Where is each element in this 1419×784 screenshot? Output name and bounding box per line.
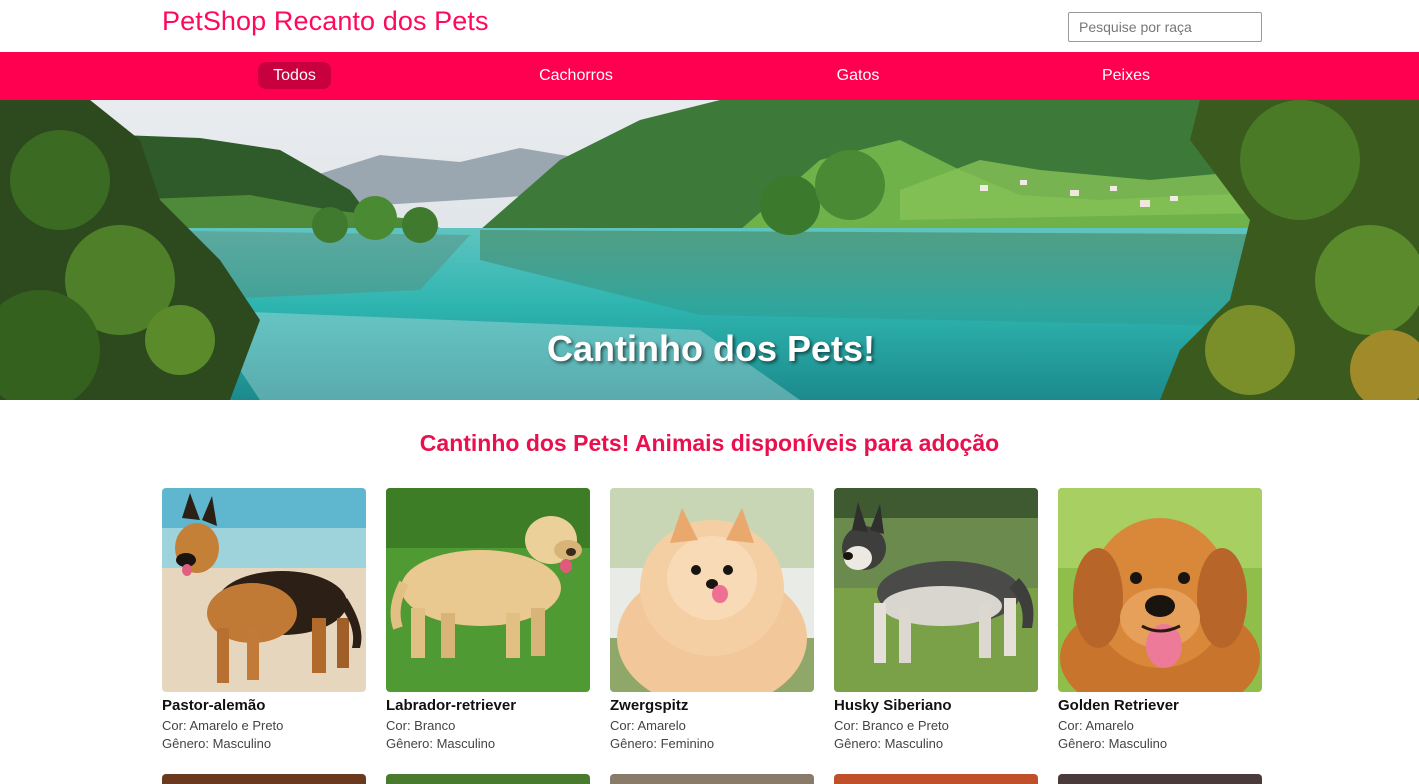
hero-title: Cantinho dos Pets! (546, 328, 875, 369)
pet-photo[interactable] (162, 488, 366, 692)
next-row-card-peek (1058, 774, 1262, 784)
next-row-card-peek (386, 774, 590, 784)
pet-color: Cor: Branco e Preto (834, 718, 949, 733)
pet-gender: Gênero: Feminino (610, 736, 715, 751)
nav-item-peixes[interactable]: Peixes (1088, 62, 1164, 89)
pet-name: Pastor-alemão (162, 697, 266, 714)
next-row-card-peek (834, 774, 1038, 784)
category-nav: Todos Cachorros Gatos Peixes (0, 52, 1419, 100)
hero-banner: Cantinho dos Pets! (0, 100, 1419, 400)
pet-card[interactable]: Golden Retriever Cor: Amarelo Gênero: Ma… (1058, 488, 1262, 751)
pet-gender: Gênero: Masculino (834, 736, 944, 751)
pet-name: Zwergspitz (610, 697, 689, 714)
top-header: PetShop Recanto dos Pets (0, 0, 1419, 52)
breed-search-input[interactable] (1068, 12, 1262, 42)
pet-color: Cor: Amarelo (1058, 718, 1134, 733)
pet-color: Cor: Amarelo e Preto (162, 718, 284, 733)
nav-item-gatos[interactable]: Gatos (822, 62, 894, 89)
german-shepherd-image (162, 488, 366, 692)
pet-name: Labrador-retriever (386, 697, 517, 714)
pet-gender: Gênero: Masculino (162, 736, 272, 751)
pet-card[interactable]: Labrador-retriever Cor: Branco Gênero: M… (386, 488, 590, 751)
pet-gender: Gênero: Masculino (386, 736, 496, 751)
pet-card[interactable]: Pastor-alemão Cor: Amarelo e Preto Gêner… (162, 488, 366, 751)
pomeranian-image (610, 488, 814, 692)
brand-title[interactable]: PetShop Recanto dos Pets (162, 6, 489, 37)
pet-card[interactable]: Zwergspitz Cor: Amarelo Gênero: Feminino (610, 488, 814, 751)
pet-photo[interactable] (834, 488, 1038, 692)
labrador-image (386, 488, 590, 692)
pet-color: Cor: Branco (386, 718, 456, 733)
pet-card[interactable]: Husky Siberiano Cor: Branco e Preto Gêne… (834, 488, 1038, 751)
nav-item-todos[interactable]: Todos (258, 62, 331, 89)
pet-photo[interactable] (610, 488, 814, 692)
pet-gender: Gênero: Masculino (1058, 736, 1168, 751)
golden-retriever-image (1058, 488, 1262, 692)
husky-image (834, 488, 1038, 692)
section-title: Cantinho dos Pets! Animais disponíveis p… (419, 430, 1000, 456)
next-row-card-peek (610, 774, 814, 784)
pet-name: Golden Retriever (1058, 697, 1179, 714)
pet-photo[interactable] (1058, 488, 1262, 692)
pet-color: Cor: Amarelo (610, 718, 686, 733)
pet-name: Husky Siberiano (834, 697, 952, 714)
next-row-card-peek (162, 774, 366, 784)
nav-item-cachorros[interactable]: Cachorros (520, 62, 632, 89)
pet-photo[interactable] (386, 488, 590, 692)
